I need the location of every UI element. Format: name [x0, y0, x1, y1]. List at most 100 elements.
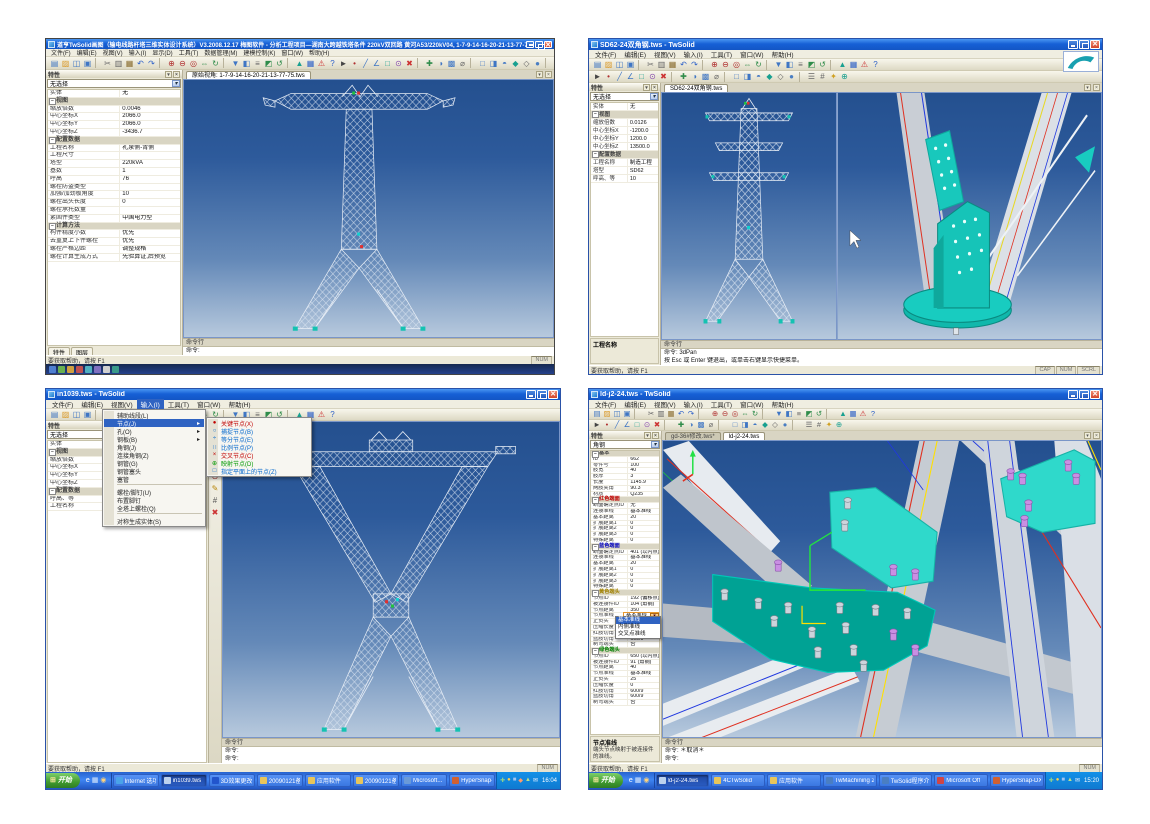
- property-row[interactable]: 螺栓防盗类型: [48, 184, 180, 192]
- close-button[interactable]: [544, 41, 552, 48]
- document-tab[interactable]: 原始视角: 1-7-9-14-16-20-21-13-77-75.tws: [186, 71, 311, 79]
- property-row[interactable]: 中心坐标Y 2066.0: [48, 121, 180, 129]
- warning-icon[interactable]: ⚠: [316, 409, 327, 420]
- quick-launch-icon[interactable]: ◉: [100, 773, 106, 788]
- angle-steel-icon[interactable]: ∠: [625, 71, 636, 82]
- taskbar-icon[interactable]: [94, 366, 101, 373]
- tab-scroll-icon[interactable]: ▾: [1084, 84, 1091, 91]
- dropdown-option[interactable]: 基本准线: [616, 617, 660, 624]
- tray-icon[interactable]: ■: [513, 777, 517, 784]
- tray-icon[interactable]: ✉: [1075, 777, 1080, 784]
- help-icon[interactable]: ?: [870, 59, 881, 70]
- selection-dropdown[interactable]: 角钢: [590, 440, 660, 449]
- delete-tool-icon[interactable]: ✖: [658, 71, 669, 82]
- property-row[interactable]: 配置数据: [48, 137, 180, 145]
- property-row[interactable]: 螺栓严格边距 调整规格: [48, 246, 180, 254]
- plate-tool-icon[interactable]: □: [636, 71, 647, 82]
- viewport-tower-full[interactable]: [661, 92, 837, 340]
- taskbar-icon[interactable]: [103, 366, 110, 373]
- taskbar-button[interactable]: 20090121备: [257, 774, 303, 787]
- taskbar-icon[interactable]: [49, 366, 56, 373]
- menu-item[interactable]: 工具(T): [176, 48, 202, 57]
- material-list-icon[interactable]: ▦: [848, 59, 859, 70]
- viewport-tower-front[interactable]: [183, 79, 554, 338]
- menu-item[interactable]: 视图(V): [650, 399, 680, 409]
- menu-item[interactable]: 文件(F): [48, 399, 77, 409]
- render-icon[interactable]: ◩: [804, 409, 814, 419]
- tool-icon[interactable]: [287, 58, 292, 68]
- save-icon[interactable]: ◫: [71, 409, 82, 420]
- select-icon[interactable]: ►: [338, 58, 349, 69]
- array-icon[interactable]: ▩: [446, 58, 457, 69]
- menu-item[interactable]: 窗口(W): [193, 399, 224, 409]
- node-tool-icon[interactable]: •: [603, 71, 614, 82]
- warning-icon[interactable]: ⚠: [858, 409, 868, 419]
- start-button[interactable]: 开始: [589, 773, 623, 788]
- viewport-joint-detail[interactable]: [837, 92, 1102, 340]
- zoom-out-icon[interactable]: ⊖: [720, 59, 731, 70]
- tool-icon[interactable]: [718, 420, 728, 430]
- tab-close-icon[interactable]: ×: [1093, 432, 1100, 439]
- zoom-in-icon[interactable]: ⊕: [710, 409, 720, 419]
- edit-icon[interactable]: ✎: [210, 483, 221, 494]
- pan-icon[interactable]: ⇔: [740, 409, 750, 419]
- wireframe-icon[interactable]: ◇: [521, 58, 532, 69]
- line-tool-icon[interactable]: ╱: [360, 58, 371, 69]
- menu-option[interactable]: 对称生成实体(S): [104, 517, 204, 525]
- taskbar-icon[interactable]: [67, 366, 74, 373]
- dropdown-option[interactable]: 交叉点准线: [616, 631, 660, 638]
- copy-icon[interactable]: ▥: [656, 59, 667, 70]
- taskbar-icon[interactable]: [112, 366, 119, 373]
- undo-icon[interactable]: ↶: [135, 58, 146, 69]
- filter-icon[interactable]: ▼: [230, 58, 241, 69]
- tray-icon[interactable]: ▲: [525, 777, 531, 784]
- tab-scroll-icon[interactable]: ▾: [536, 71, 543, 78]
- origin-icon[interactable]: ⊕: [839, 71, 850, 82]
- tray-icon[interactable]: ✚: [500, 777, 505, 784]
- property-row[interactable]: 配置数据: [591, 151, 658, 159]
- save-icon[interactable]: ◫: [614, 59, 625, 70]
- angle-steel-icon[interactable]: ∠: [371, 58, 382, 69]
- select-icon[interactable]: ►: [592, 71, 603, 82]
- zoom-window-icon[interactable]: ◎: [731, 59, 742, 70]
- panel-tab[interactable]: 特性: [48, 347, 70, 355]
- tray-icon[interactable]: ●: [507, 777, 511, 784]
- view-top-icon[interactable]: ◓: [753, 71, 764, 82]
- array-icon[interactable]: ▩: [700, 71, 711, 82]
- menu-item[interactable]: 编辑(E): [77, 399, 107, 409]
- close-button[interactable]: [1090, 40, 1100, 49]
- shaded-icon[interactable]: ●: [786, 71, 797, 82]
- panel-pin-icon[interactable]: ▾: [165, 71, 172, 78]
- menu-item[interactable]: 工具(T): [707, 399, 736, 409]
- document-tab[interactable]: gd-36#修改.tws*: [665, 432, 721, 440]
- command-line[interactable]: 命令: 3dPan: [661, 349, 1102, 357]
- submenu-option[interactable]: □ 指定平面上的节点(Z): [208, 467, 310, 475]
- new-file-icon[interactable]: ▤: [49, 409, 60, 420]
- menu-item[interactable]: 编辑(E): [74, 48, 100, 57]
- shaded-icon[interactable]: ●: [532, 58, 543, 69]
- tool-icon[interactable]: [223, 58, 228, 68]
- array-icon[interactable]: ▩: [696, 420, 706, 430]
- view-side-icon[interactable]: ◨: [488, 58, 499, 69]
- quick-launch-icon[interactable]: e: [86, 773, 90, 788]
- menu-item[interactable]: 文件(F): [591, 399, 620, 409]
- display-style-icon[interactable]: ◧: [784, 59, 795, 70]
- taskbar-icon[interactable]: [76, 366, 83, 373]
- view-side-icon[interactable]: ◨: [742, 71, 753, 82]
- line-tool-icon[interactable]: ╱: [612, 420, 622, 430]
- taskbar-button[interactable]: 应用软件: [767, 774, 821, 787]
- tray-icon[interactable]: ■: [1061, 777, 1065, 784]
- panel-close-icon[interactable]: ×: [651, 84, 658, 91]
- panel-tab[interactable]: 图层: [71, 347, 93, 355]
- zoom-out-icon[interactable]: ⊖: [177, 58, 188, 69]
- menu-option[interactable]: 塞管: [104, 475, 204, 483]
- minimize-button[interactable]: [1068, 40, 1078, 49]
- property-row[interactable]: 基数 1: [48, 168, 180, 176]
- menu-item[interactable]: 帮助(H): [306, 48, 332, 57]
- menu-item[interactable]: 窗口(W): [736, 49, 767, 59]
- redo-icon[interactable]: ↷: [686, 409, 696, 419]
- bolt-tool-icon[interactable]: ⊙: [647, 71, 658, 82]
- redo-icon[interactable]: ↷: [689, 59, 700, 70]
- paste-icon[interactable]: ▦: [667, 59, 678, 70]
- menu-item[interactable]: 输入(I): [137, 399, 164, 409]
